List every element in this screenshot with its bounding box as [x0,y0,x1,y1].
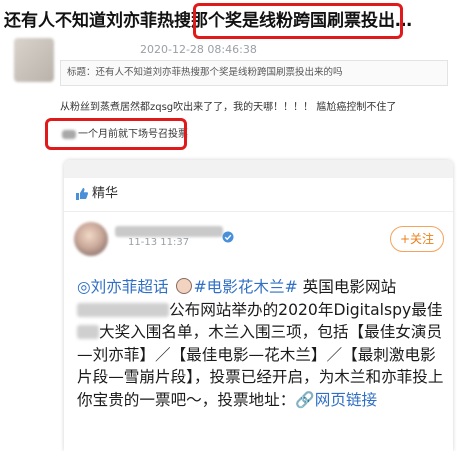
body-text-4: 大奖入围名单，木兰入围三项，包括【最佳女演员—刘亦菲】／【最佳电影—花木兰】／【… [77,323,444,409]
blurred-text [77,302,169,317]
blurred-text [77,325,99,340]
body-text-3: Digitalspy最佳 [333,300,443,319]
topic-tag[interactable]: 刘亦菲超话 [91,278,169,296]
post-timestamp: 2020-12-28 08:46:38 [140,43,257,56]
blurred-username[interactable] [115,226,223,237]
follow-button[interactable]: +关注 [390,226,444,252]
highlight-box-comment [45,118,187,150]
web-link[interactable]: 网页链接 [315,391,377,409]
thumbs-up-icon [76,188,89,200]
hashtag-link[interactable]: #电影花木兰# [194,278,298,296]
quoted-title: 标题：还有人不知道刘亦菲热搜那个奖是线粉跨国刷票投出来的吗 [60,60,448,86]
card-top-strip [64,160,453,178]
card-time: 11-13 11:37 [128,237,190,248]
topic-icon: ◎ [77,278,91,296]
highlight-box-title [193,3,403,39]
reply-text: 从粉丝到蒸煮居然都zqsg吹出来了了，我的天哪！！！！ 尴尬癌控制不住了 [60,102,397,113]
vip-badge-icon [222,231,234,243]
emoji-face-icon [175,278,192,294]
link-icon: 🔗 [295,390,315,409]
body-text-2: 公布网站举办的2020年 [169,300,334,319]
body-text-1: 英国电影网站 [297,278,397,296]
card-avatar[interactable] [74,222,108,256]
avatar[interactable] [14,38,54,82]
card-body-text: ◎刘亦菲超话 #电影花木兰# 英国电影网站公布网站举办的2020年Digital… [77,276,449,412]
section-label: 精华 [92,186,119,201]
section-bar [64,178,453,212]
